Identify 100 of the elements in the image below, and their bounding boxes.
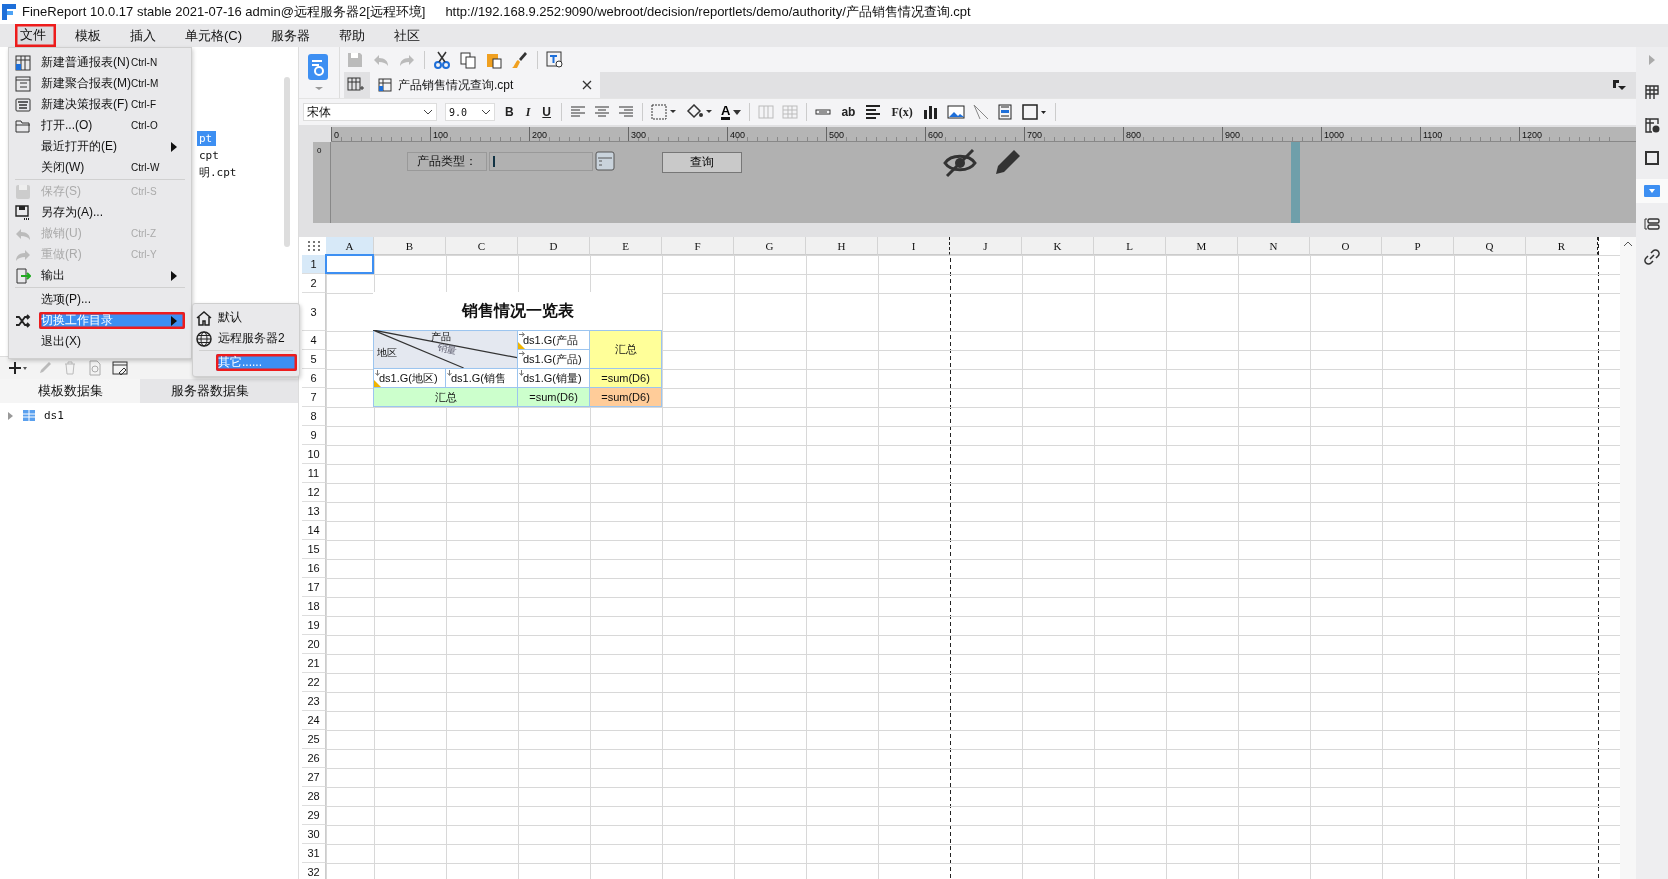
menu-item[interactable]: 输出 (39, 267, 185, 284)
row-header[interactable]: 28 (302, 787, 326, 806)
row-header[interactable]: 32 (302, 863, 326, 879)
row-header[interactable]: 2 (302, 274, 326, 293)
row-header[interactable]: 3 (302, 293, 326, 331)
column-header[interactable]: O (1310, 237, 1382, 255)
new-sheet-icon[interactable] (346, 76, 364, 94)
row-header[interactable]: 6 (302, 369, 326, 388)
brush-icon[interactable] (511, 50, 529, 69)
cell-selection[interactable] (325, 254, 374, 274)
row-header[interactable]: 20 (302, 635, 326, 654)
bold-button[interactable]: B (503, 105, 516, 119)
column-header[interactable]: A (326, 237, 374, 255)
column-header[interactable]: D (518, 237, 590, 255)
menu-item[interactable]: 新建聚合报表(M)Ctrl-M (39, 75, 185, 92)
row-header[interactable]: 5 (302, 350, 326, 369)
close-icon[interactable] (582, 80, 592, 90)
align-icon[interactable] (570, 105, 586, 119)
tree-item[interactable]: ds1 (44, 409, 64, 422)
column-header[interactable]: R (1526, 237, 1598, 255)
column-header[interactable]: L (1094, 237, 1166, 255)
column-header[interactable]: M (1166, 237, 1238, 255)
row-header[interactable]: 13 (302, 502, 326, 521)
font-family-select[interactable]: 宋体 (303, 103, 437, 121)
menu-bar-item[interactable]: 服务器 (261, 24, 321, 47)
column-header[interactable]: N (1238, 237, 1310, 255)
row-header[interactable]: 26 (302, 749, 326, 768)
menu-bar-item[interactable]: 插入 (120, 24, 166, 47)
row-header[interactable]: 16 (302, 559, 326, 578)
column-header[interactable]: J (950, 237, 1022, 255)
column-header[interactable]: F (662, 237, 734, 255)
align-icon[interactable] (594, 105, 610, 119)
add-button[interactable] (8, 361, 28, 375)
row-header[interactable]: 27 (302, 768, 326, 787)
row-header[interactable]: 12 (302, 483, 326, 502)
italic-button[interactable]: I (523, 104, 533, 120)
formula-button[interactable]: F(x) (889, 104, 915, 120)
column-header[interactable]: Q (1454, 237, 1526, 255)
row-header[interactable]: 15 (302, 540, 326, 559)
calendar-icon[interactable] (595, 151, 615, 171)
text-tool-button[interactable]: ab (839, 105, 858, 119)
divider-handle[interactable] (1291, 142, 1300, 223)
edit-dataset-icon[interactable] (112, 360, 128, 376)
menu-bar-item[interactable]: 模板 (65, 24, 111, 47)
image-icon[interactable] (946, 104, 965, 120)
column-header[interactable]: C (446, 237, 518, 255)
text-search-icon[interactable] (546, 50, 564, 69)
row-header[interactable]: 22 (302, 673, 326, 692)
column-header[interactable]: P (1382, 237, 1454, 255)
parameter-input[interactable] (489, 152, 593, 171)
font-color-button[interactable]: A (721, 104, 742, 120)
slash-icon[interactable] (972, 104, 989, 120)
row-header[interactable]: 17 (302, 578, 326, 597)
menu-bar-item[interactable]: 帮助 (329, 24, 376, 47)
menu-bar-item[interactable]: 文件 (15, 24, 56, 47)
column-header[interactable]: I (878, 237, 950, 255)
row-header[interactable]: 4 (302, 331, 326, 350)
menu-bar-item[interactable]: 社区 (384, 24, 431, 47)
menu-bar-item[interactable]: 单元格(C) (175, 24, 253, 47)
row-header[interactable]: 10 (302, 445, 326, 464)
dock-icon[interactable] (1612, 79, 1626, 91)
column-header[interactable]: K (1022, 237, 1094, 255)
bar-chart-icon[interactable] (922, 104, 939, 120)
query-button[interactable]: 查询 (662, 152, 742, 173)
font-size-select[interactable]: 9.0 (445, 103, 495, 121)
paragraph-icon[interactable] (865, 104, 882, 120)
file-item[interactable]: 明.cpt (197, 164, 241, 181)
copy-icon[interactable] (459, 50, 477, 69)
align-icon[interactable] (618, 105, 634, 119)
file-item[interactable]: cpt (197, 148, 223, 163)
merge-cells-icon[interactable] (758, 104, 775, 120)
border-icon[interactable] (651, 104, 677, 120)
row-header[interactable]: 30 (302, 825, 326, 844)
row-header[interactable]: 24 (302, 711, 326, 730)
menu-item[interactable]: 另存为(A)... (39, 204, 185, 221)
row-header[interactable]: 31 (302, 844, 326, 863)
row-header[interactable]: 18 (302, 597, 326, 616)
column-header[interactable]: H (806, 237, 878, 255)
menu-item[interactable]: 新建普通报表(N)Ctrl-N (39, 54, 185, 71)
row-header[interactable]: 9 (302, 426, 326, 445)
scroll-up-icon[interactable] (1623, 241, 1633, 247)
row-header[interactable]: 25 (302, 730, 326, 749)
row-header[interactable]: 29 (302, 806, 326, 825)
row-header[interactable]: 14 (302, 521, 326, 540)
paint-bucket-icon[interactable] (685, 104, 713, 120)
row-header[interactable]: 8 (302, 407, 326, 426)
form-icon[interactable] (996, 104, 1013, 120)
column-header[interactable]: G (734, 237, 806, 255)
menu-item[interactable]: 退出(X) (39, 333, 185, 350)
menu-item[interactable]: 新建决策报表(F) Ctrl-F (39, 96, 185, 113)
dataset-tab[interactable]: 服务器数据集 (140, 379, 280, 403)
row-header[interactable]: 21 (302, 654, 326, 673)
row-header[interactable]: 23 (302, 692, 326, 711)
row-header[interactable]: 1 (302, 255, 326, 274)
dataset-tab[interactable]: 模板数据集 (0, 379, 140, 403)
eye-slash-icon[interactable] (943, 148, 977, 178)
column-header[interactable]: B (374, 237, 446, 255)
expand-arrow-icon[interactable] (6, 411, 14, 420)
underline-button[interactable]: U (540, 105, 553, 119)
border-box-icon[interactable] (1020, 103, 1047, 121)
